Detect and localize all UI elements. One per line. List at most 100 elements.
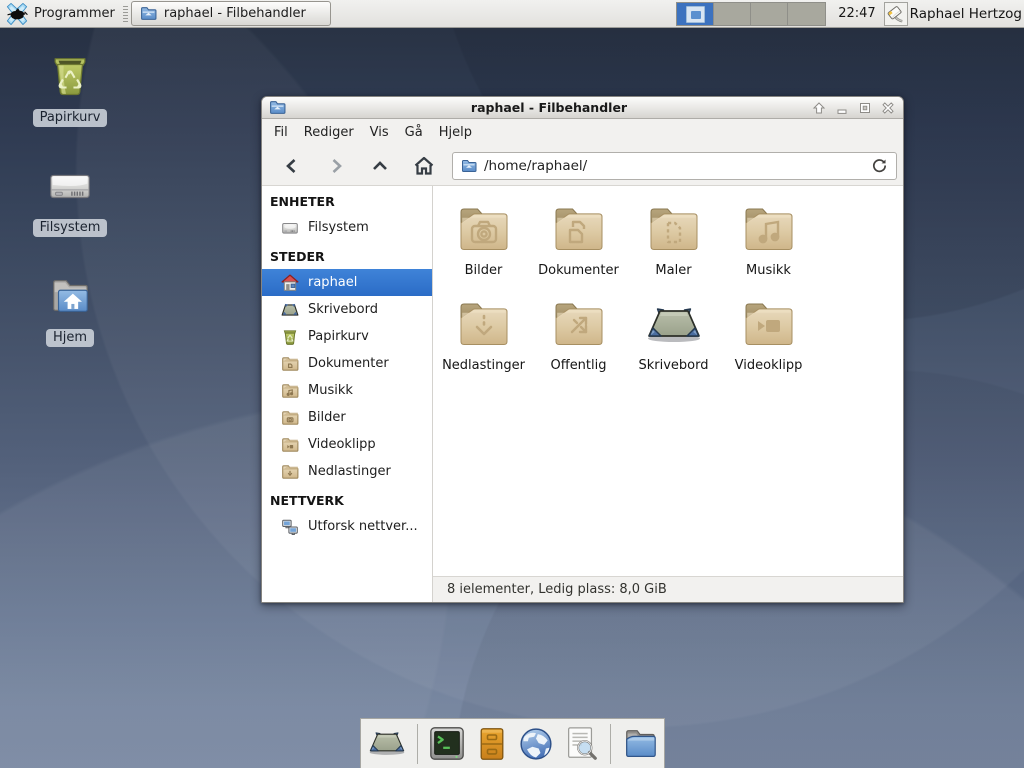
menu-ga[interactable]: Gå bbox=[397, 121, 431, 144]
network-icon bbox=[280, 517, 299, 536]
xfce-logo-icon bbox=[6, 3, 28, 25]
sidebar-item-nedlastinger[interactable]: Nedlastinger bbox=[262, 458, 432, 485]
dock-file-manager-button[interactable] bbox=[621, 723, 659, 765]
location-bar[interactable]: /home/raphael/ bbox=[452, 152, 897, 180]
sidebar-item-musikk[interactable]: Musikk bbox=[262, 377, 432, 404]
statusbar: 8 ielementer, Ledig plass: 8,0 GiB bbox=[433, 576, 903, 602]
sidebar-header-places: STEDER bbox=[262, 241, 432, 269]
desktop-icon-trash[interactable]: Papirkurv bbox=[15, 52, 125, 127]
sidebar: ENHETER Filsystem STEDER raphael Skriveb… bbox=[262, 186, 433, 602]
folder-icon bbox=[461, 158, 477, 174]
menu-vis[interactable]: Vis bbox=[362, 121, 397, 144]
folder-downloads-icon bbox=[456, 293, 512, 351]
folder-icon bbox=[140, 5, 157, 22]
location-path[interactable]: /home/raphael/ bbox=[484, 158, 861, 174]
applications-menu-label: Programmer bbox=[34, 6, 115, 21]
sidebar-item-filsystem[interactable]: Filsystem bbox=[262, 214, 432, 241]
up-button[interactable] bbox=[358, 150, 402, 182]
dock-terminal-button[interactable] bbox=[428, 723, 466, 765]
folder-downloads-icon bbox=[280, 462, 299, 481]
home-icon bbox=[280, 273, 299, 292]
sidebar-item-network[interactable]: Utforsk nettver... bbox=[262, 513, 432, 540]
sidebar-item-raphael[interactable]: raphael bbox=[262, 269, 432, 296]
statusbar-text: 8 ielementer, Ledig plass: 8,0 GiB bbox=[447, 582, 667, 597]
file-item-dokumenter[interactable]: Dokumenter bbox=[531, 198, 626, 293]
back-button[interactable] bbox=[270, 150, 314, 182]
reload-button[interactable] bbox=[868, 155, 890, 177]
file-item-nedlastinger[interactable]: Nedlastinger bbox=[436, 293, 531, 388]
taskbar-window-button[interactable]: raphael - Filbehandler bbox=[131, 1, 331, 26]
sidebar-item-bilder[interactable]: Bilder bbox=[262, 404, 432, 431]
menubar: Fil Rediger Vis Gå Hjelp bbox=[262, 119, 903, 146]
workspace-switcher bbox=[676, 2, 826, 26]
maximize-button[interactable] bbox=[858, 101, 872, 115]
file-manager-window: raphael - Filbehandler Fil Rediger Vis G… bbox=[261, 96, 904, 603]
desktop-icon-label: Hjem bbox=[46, 329, 94, 347]
toolbar: /home/raphael/ bbox=[262, 146, 903, 186]
file-item-skrivebord[interactable]: Skrivebord bbox=[626, 293, 721, 388]
bottom-dock bbox=[360, 718, 665, 768]
desktop-icon-label: Filsystem bbox=[33, 219, 108, 237]
window-icon bbox=[269, 99, 286, 116]
globe-icon bbox=[518, 726, 554, 762]
workspace-4[interactable] bbox=[788, 3, 825, 25]
menu-fil[interactable]: Fil bbox=[266, 121, 296, 144]
file-item-offentlig[interactable]: Offentlig bbox=[531, 293, 626, 388]
folder-pictures-icon bbox=[456, 198, 512, 256]
sidebar-item-skrivebord[interactable]: Skrivebord bbox=[262, 296, 432, 323]
sidebar-item-dokumenter[interactable]: Dokumenter bbox=[262, 350, 432, 377]
titlebar[interactable]: raphael - Filbehandler bbox=[262, 97, 903, 119]
sidebar-item-papirkurv[interactable]: Papirkurv bbox=[262, 323, 432, 350]
taskbar-window-label: raphael - Filbehandler bbox=[164, 6, 306, 21]
folder-documents-icon bbox=[551, 198, 607, 256]
desktop-icon-home[interactable]: Hjem bbox=[15, 272, 125, 347]
folder-videos-icon bbox=[741, 293, 797, 351]
desktop-icon-filesystem[interactable]: Filsystem bbox=[15, 162, 125, 237]
applications-menu-button[interactable]: Programmer bbox=[0, 0, 122, 28]
sidebar-header-devices: ENHETER bbox=[262, 186, 432, 214]
workspace-2[interactable] bbox=[714, 3, 751, 25]
folder-documents-icon bbox=[280, 354, 299, 373]
file-item-videoklipp[interactable]: Videoklipp bbox=[721, 293, 816, 388]
clock[interactable]: 22:47 bbox=[838, 6, 875, 21]
workspace-3[interactable] bbox=[751, 3, 788, 25]
home-button[interactable] bbox=[402, 150, 446, 182]
forward-button[interactable] bbox=[314, 150, 358, 182]
workspace-window-preview bbox=[686, 6, 705, 23]
folder-templates-icon bbox=[646, 198, 702, 256]
folder-music-icon bbox=[280, 381, 299, 400]
sidebar-item-videoklipp[interactable]: Videoklipp bbox=[262, 431, 432, 458]
menu-hjelp[interactable]: Hjelp bbox=[431, 121, 480, 144]
top-panel: Programmer raphael - Filbehandler 22:47 … bbox=[0, 0, 1024, 28]
session-button[interactable] bbox=[884, 2, 908, 26]
show-desktop-icon bbox=[367, 730, 407, 757]
dock-separator bbox=[610, 724, 611, 764]
folder-videos-icon bbox=[280, 435, 299, 454]
folder-pictures-icon bbox=[280, 408, 299, 427]
search-icon bbox=[562, 725, 600, 763]
menu-rediger[interactable]: Rediger bbox=[296, 121, 362, 144]
file-item-maler[interactable]: Maler bbox=[626, 198, 721, 293]
folder-public-icon bbox=[551, 293, 607, 351]
dock-search-button[interactable] bbox=[562, 723, 600, 765]
dock-show-desktop-button[interactable] bbox=[367, 723, 407, 765]
terminal-icon bbox=[428, 725, 466, 763]
desktop-icon bbox=[644, 293, 704, 351]
folder-music-icon bbox=[741, 198, 797, 256]
file-view[interactable]: Bilder Dokumenter Maler Musikk bbox=[433, 186, 903, 576]
user-name[interactable]: Raphael Hertzog bbox=[910, 6, 1022, 22]
dock-web-browser-button[interactable] bbox=[518, 723, 554, 765]
home-folder-icon bbox=[47, 272, 93, 320]
desktop-icon-label: Papirkurv bbox=[33, 109, 108, 127]
minimize-button[interactable] bbox=[835, 101, 849, 115]
shade-button[interactable] bbox=[812, 101, 826, 115]
close-button[interactable] bbox=[881, 101, 895, 115]
file-item-musikk[interactable]: Musikk bbox=[721, 198, 816, 293]
drive-icon bbox=[47, 162, 93, 210]
file-item-bilder[interactable]: Bilder bbox=[436, 198, 531, 293]
file-manager-icon bbox=[621, 725, 659, 763]
dock-separator bbox=[417, 724, 418, 764]
workspace-1[interactable] bbox=[677, 3, 714, 25]
dock-file-cabinet-button[interactable] bbox=[474, 723, 510, 765]
desktop-icon bbox=[280, 300, 299, 319]
